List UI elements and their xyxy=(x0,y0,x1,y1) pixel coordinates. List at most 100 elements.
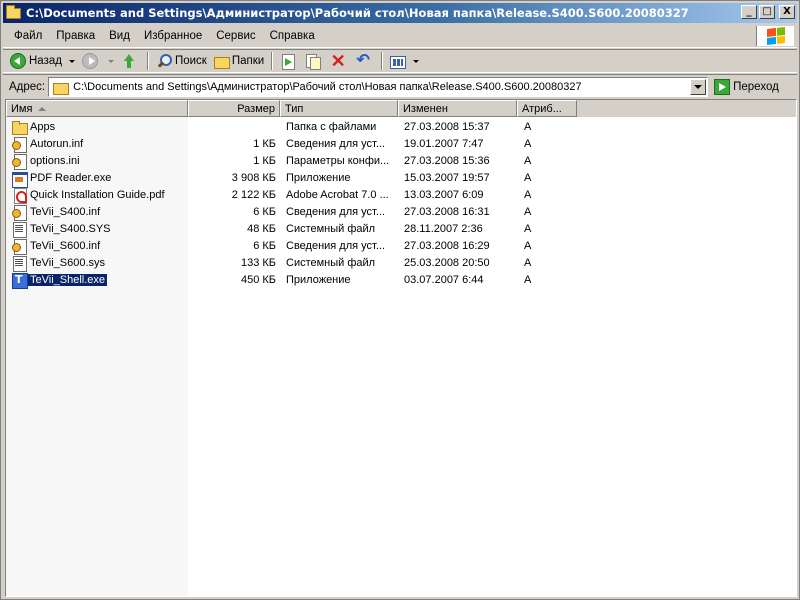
folders-icon xyxy=(213,53,230,69)
file-modified: 19.01.2007 7:47 xyxy=(404,137,484,150)
address-bar: Адрес: C:\Documents and Settings\Админис… xyxy=(3,74,797,98)
file-attributes: A xyxy=(524,188,532,201)
file-modified: 13.03.2007 6:09 xyxy=(404,188,484,201)
windows-logo-icon xyxy=(756,26,794,46)
folders-label: Папки xyxy=(231,55,265,67)
file-name-cell[interactable]: TeVii_S400.SYS xyxy=(6,221,188,238)
forward-arrow-icon xyxy=(81,53,98,69)
toolbar-separator xyxy=(381,52,384,70)
file-type: Папка с файлами xyxy=(286,120,377,133)
file-attributes: A xyxy=(524,171,532,184)
file-row[interactable]: Autorun.inf 1 КБ Сведения для уст... 19.01.… xyxy=(6,135,796,153)
file-attributes: A xyxy=(524,239,532,252)
file-attributes: A xyxy=(524,137,532,150)
file-row[interactable]: TeVii_S600.sys 133 КБ Системный файл 25.03.… xyxy=(6,254,796,272)
folder-icon xyxy=(11,119,28,135)
file-rows: Apps Папка с файлами 27.03.2008 15:37 A Auto… xyxy=(6,117,796,289)
file-name: TeVii_S600.inf xyxy=(30,239,101,252)
column-header-modified[interactable]: Изменен xyxy=(398,100,517,117)
file-row[interactable]: TeVii_S400.SYS 48 КБ Системный файл 28.11.2… xyxy=(6,220,796,238)
file-attributes: A xyxy=(524,222,532,235)
go-button[interactable]: Переход xyxy=(714,78,779,95)
back-button[interactable]: Назад xyxy=(7,51,65,71)
menu-tools[interactable]: Сервис xyxy=(209,30,262,42)
file-attributes: A xyxy=(524,205,532,218)
search-button[interactable]: Поиск xyxy=(153,51,210,71)
maximize-button[interactable]: □ xyxy=(759,5,775,19)
file-modified: 25.03.2008 20:50 xyxy=(404,256,490,269)
sys-file-icon xyxy=(11,255,27,272)
file-row[interactable]: TeVii_Shell.exe 450 КБ Приложение 03.07.200… xyxy=(6,271,796,289)
address-dropdown-button[interactable] xyxy=(690,78,707,95)
menu-favorites[interactable]: Избранное xyxy=(137,30,209,42)
column-type-label: Тип xyxy=(285,102,304,115)
file-name: Apps xyxy=(30,120,56,133)
menu-edit[interactable]: Правка xyxy=(49,30,102,42)
delete-icon: ✕ xyxy=(330,51,346,71)
move-to-icon xyxy=(280,53,296,70)
up-folder-icon xyxy=(121,53,137,69)
forward-button[interactable] xyxy=(79,51,104,71)
file-type: Adobe Acrobat 7.0 ... xyxy=(286,188,389,201)
file-attributes: A xyxy=(524,120,532,133)
menu-bar: Файл Правка Вид Избранное Сервис Справка xyxy=(3,24,797,48)
file-type: Параметры конфи... xyxy=(286,154,390,167)
column-header-type[interactable]: Тип xyxy=(280,100,398,117)
file-modified: 03.07.2007 6:44 xyxy=(404,273,484,286)
file-type: Приложение xyxy=(286,273,351,286)
file-name-cell[interactable]: TeVii_S400.inf xyxy=(6,204,188,221)
menu-help[interactable]: Справка xyxy=(263,30,322,42)
file-modified: 27.03.2008 16:29 xyxy=(404,239,490,252)
delete-button[interactable]: ✕ xyxy=(327,51,352,71)
move-to-button[interactable] xyxy=(277,51,302,71)
column-header-size[interactable]: Размер xyxy=(188,100,280,117)
file-type: Системный файл xyxy=(286,222,376,235)
search-icon xyxy=(156,53,172,69)
minimize-button[interactable]: _ xyxy=(741,5,757,19)
close-button[interactable]: X xyxy=(779,5,795,19)
file-size: 133 КБ xyxy=(240,256,276,269)
file-name: Quick Installation Guide.pdf xyxy=(30,188,165,201)
file-name-cell[interactable]: TeVii_Shell.exe xyxy=(6,272,188,289)
file-size: 1 КБ xyxy=(253,154,276,167)
column-attributes-label: Атриб... xyxy=(522,102,562,115)
back-history-dropdown[interactable] xyxy=(68,59,75,63)
address-input[interactable]: C:\Documents and Settings\Администратор\… xyxy=(48,76,709,97)
file-modified: 27.03.2008 16:31 xyxy=(404,205,490,218)
file-size: 3 908 КБ xyxy=(231,171,276,184)
up-button[interactable] xyxy=(118,51,143,71)
file-row[interactable]: TeVii_S600.inf 6 КБ Сведения для уст... 27.… xyxy=(6,237,796,255)
menu-file[interactable]: Файл xyxy=(3,30,49,42)
column-header-name[interactable]: Имя xyxy=(6,100,188,117)
toolbar-separator xyxy=(146,52,149,70)
copy-to-icon xyxy=(305,53,322,70)
file-modified: 27.03.2008 15:36 xyxy=(404,154,490,167)
title-bar[interactable]: C:\Documents and Settings\Администратор\… xyxy=(3,3,797,23)
copy-to-button[interactable] xyxy=(302,51,327,71)
folders-button[interactable]: Папки xyxy=(210,51,267,71)
file-row[interactable]: TeVii_S400.inf 6 КБ Сведения для уст... 27.… xyxy=(6,203,796,221)
file-name-cell[interactable]: TeVii_S600.inf xyxy=(6,238,188,255)
column-header-attributes[interactable]: Атриб... xyxy=(517,100,577,117)
inf-file-icon xyxy=(11,136,27,153)
file-size: 6 КБ xyxy=(253,239,276,252)
file-name-cell[interactable]: Quick Installation Guide.pdf xyxy=(6,187,188,204)
file-type: Сведения для уст... xyxy=(286,137,386,150)
file-name-cell[interactable]: options.ini xyxy=(6,153,188,170)
file-type: Системный файл xyxy=(286,256,376,269)
file-name-cell[interactable]: PDF Reader.exe xyxy=(6,170,188,188)
file-row[interactable]: Quick Installation Guide.pdf 2 122 КБ Adob… xyxy=(6,186,796,204)
ini-file-icon xyxy=(11,153,27,170)
file-name-cell[interactable]: TeVii_S600.sys xyxy=(6,255,188,272)
file-row[interactable]: PDF Reader.exe 3 908 КБ Приложение 15.03.20… xyxy=(6,169,796,188)
views-button[interactable] xyxy=(387,51,426,71)
menu-view[interactable]: Вид xyxy=(102,30,137,42)
forward-history-dropdown[interactable] xyxy=(107,59,114,63)
file-list[interactable]: Имя Размер Тип Изменен Атриб... Apps Папк… xyxy=(5,99,797,597)
file-row[interactable]: options.ini 1 КБ Параметры конфи... 27.03.2… xyxy=(6,152,796,170)
file-name-cell[interactable]: Apps xyxy=(6,119,188,135)
file-row[interactable]: Apps Папка с файлами 27.03.2008 15:37 A xyxy=(6,118,796,135)
folder-icon xyxy=(6,5,22,20)
undo-button[interactable]: ↶ xyxy=(352,51,377,71)
file-name-cell[interactable]: Autorun.inf xyxy=(6,136,188,153)
